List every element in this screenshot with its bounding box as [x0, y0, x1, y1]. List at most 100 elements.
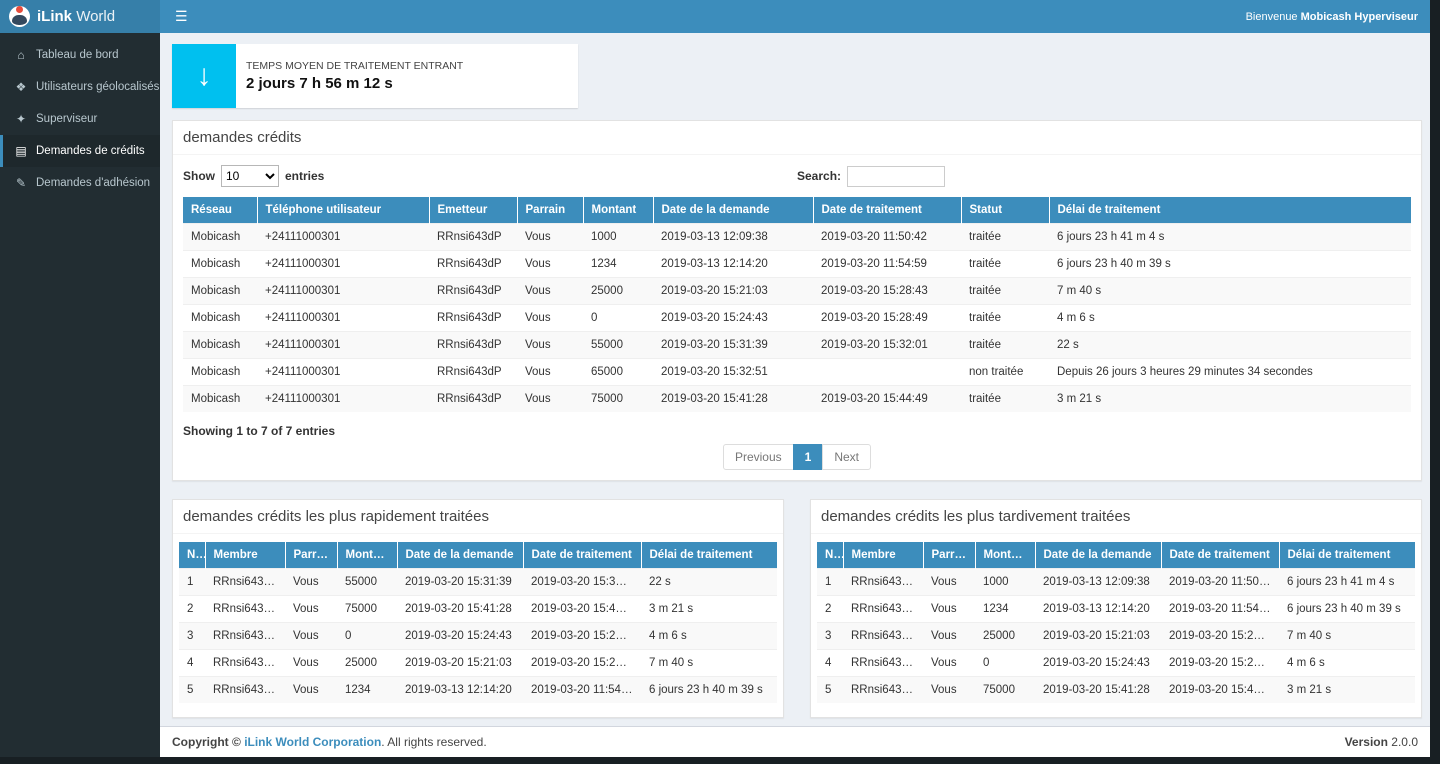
table-cell: RRnsi643dP [429, 386, 517, 413]
panel-body: N°MembreParrainMontantDate de la demande… [173, 534, 783, 717]
table-cell [813, 359, 961, 386]
column-header[interactable]: Délai de traitement [1049, 197, 1411, 224]
column-header[interactable]: Date de traitement [813, 197, 961, 224]
sidebar-item-tableau-de-bord[interactable]: ⌂ Tableau de bord [0, 39, 160, 71]
sidebar-toggle-icon[interactable]: ☰ [160, 0, 203, 33]
table-cell: 1234 [975, 596, 1035, 623]
table-cell: 7 m 40 s [641, 650, 777, 677]
table-cell: 2 [179, 596, 205, 623]
sidebar-item-superviseur[interactable]: ✦ Superviseur [0, 103, 160, 135]
brand-title-bold: iLink [37, 8, 72, 25]
table-cell: Vous [517, 305, 583, 332]
main-area: ↓ TEMPS MOYEN DE TRAITEMENT ENTRANT 2 jo… [160, 33, 1430, 757]
column-header[interactable]: Montant [583, 197, 653, 224]
table-cell: RRnsi643dP [843, 569, 923, 596]
sidebar-item-demandes-adhesion[interactable]: ✎ Demandes d'adhésion [0, 167, 160, 199]
table-cell: RRnsi643dP [429, 305, 517, 332]
info-box-content: TEMPS MOYEN DE TRAITEMENT ENTRANT 2 jour… [236, 44, 473, 108]
table-cell: 25000 [975, 623, 1035, 650]
column-header[interactable]: N° [179, 542, 205, 569]
column-header[interactable]: Délai de traitement [1279, 542, 1415, 569]
column-header[interactable]: Emetteur [429, 197, 517, 224]
table-cell: Mobicash [183, 305, 257, 332]
panel-body: Show 10 entries Search: [173, 155, 1421, 480]
table-cell: 6 jours 23 h 40 m 39 s [1279, 596, 1415, 623]
table-cell: 2019-03-20 15:21:03 [397, 650, 523, 677]
column-header[interactable]: Parrain [923, 542, 975, 569]
table-cell: 25000 [337, 650, 397, 677]
column-header[interactable]: Réseau [183, 197, 257, 224]
table-cell: 2019-03-20 15:31:39 [653, 332, 813, 359]
table-cell: +24111000301 [257, 359, 429, 386]
column-header[interactable]: Date de la demande [1035, 542, 1161, 569]
panel-title: demandes crédits [173, 121, 1421, 155]
page-1-button[interactable]: 1 [793, 444, 824, 470]
table-cell: 2019-03-20 15:28:49 [523, 623, 641, 650]
sidebar-item-utilisateurs-geolocalises[interactable]: ❖ Utilisateurs géolocalisés [0, 71, 160, 103]
column-header[interactable]: Membre [843, 542, 923, 569]
column-header[interactable]: Date de la demande [397, 542, 523, 569]
table-cell: Vous [517, 224, 583, 251]
table-cell: Vous [517, 386, 583, 413]
table-cell: traitée [961, 278, 1049, 305]
column-header[interactable]: Date de traitement [1161, 542, 1279, 569]
table-row: 4RRnsi643dPVous250002019-03-20 15:21:032… [179, 650, 777, 677]
sidebar-item-demandes-de-credits[interactable]: ▤ Demandes de crédits [0, 135, 160, 167]
column-header[interactable]: N° [817, 542, 843, 569]
dashboard-icon: ⌂ [14, 48, 28, 62]
sidebar-item-label: Superviseur [36, 113, 97, 125]
table-cell: 0 [583, 305, 653, 332]
table-cell: 4 m 6 s [1279, 650, 1415, 677]
column-header[interactable]: Date de traitement [523, 542, 641, 569]
table-cell: +24111000301 [257, 278, 429, 305]
table-cell: Vous [517, 251, 583, 278]
table-cell: 2019-03-20 15:28:43 [523, 650, 641, 677]
table-row: Mobicash+24111000301RRnsi643dPVous02019-… [183, 305, 1411, 332]
search-input[interactable] [847, 166, 945, 187]
table-cell: 4 [179, 650, 205, 677]
table-cell: 6 jours 23 h 41 m 4 s [1279, 569, 1415, 596]
table-cell: 75000 [583, 386, 653, 413]
table-row: Mobicash+24111000301RRnsi643dPVous550002… [183, 332, 1411, 359]
brand[interactable]: iLink World [0, 0, 160, 33]
viewport: iLink World ☰ Bienvenue Mobicash Hypervi… [0, 0, 1440, 764]
search-label: Search: [797, 169, 841, 183]
column-header[interactable]: Statut [961, 197, 1049, 224]
table-cell: traitée [961, 305, 1049, 332]
brand-title: iLink World [37, 8, 115, 25]
company-link[interactable]: iLink World Corporation [244, 735, 381, 749]
show-label: Show [183, 169, 215, 183]
welcome-message[interactable]: Bienvenue Mobicash Hyperviseur [1246, 11, 1430, 23]
column-header[interactable]: Membre [205, 542, 285, 569]
table-cell: RRnsi643dP [429, 278, 517, 305]
column-header[interactable]: Délai de traitement [641, 542, 777, 569]
table-cell: 22 s [641, 569, 777, 596]
column-header[interactable]: Parrain [285, 542, 337, 569]
table-cell: Vous [517, 359, 583, 386]
bottom-panels: demandes crédits les plus rapidement tra… [172, 499, 1422, 718]
table-cell: 5 [179, 677, 205, 704]
table-cell: 7 m 40 s [1049, 278, 1411, 305]
previous-page-button[interactable]: Previous [723, 444, 794, 470]
version-text: Version 2.0.0 [1345, 735, 1418, 749]
column-header[interactable]: Date de la demande [653, 197, 813, 224]
column-header[interactable]: Parrain [517, 197, 583, 224]
table-row: 4RRnsi643dPVous02019-03-20 15:24:432019-… [817, 650, 1415, 677]
table-row: Mobicash+24111000301RRnsi643dPVous250002… [183, 278, 1411, 305]
column-header[interactable]: Montant [337, 542, 397, 569]
table-cell: 2019-03-13 12:09:38 [653, 224, 813, 251]
table-row: 1RRnsi643dPVous10002019-03-13 12:09:3820… [817, 569, 1415, 596]
version-label: Version [1345, 735, 1388, 749]
credit-requests-icon: ▤ [14, 144, 28, 158]
table-cell: 4 m 6 s [1049, 305, 1411, 332]
table-cell: 2019-03-20 15:32:51 [653, 359, 813, 386]
table-cell: +24111000301 [257, 305, 429, 332]
column-header[interactable]: Montant [975, 542, 1035, 569]
page-length-select[interactable]: 10 [221, 165, 279, 187]
table-cell: Vous [923, 569, 975, 596]
table-cell: RRnsi643dP [843, 596, 923, 623]
next-page-button[interactable]: Next [822, 444, 871, 470]
table-cell: Mobicash [183, 251, 257, 278]
table-cell: 6 jours 23 h 40 m 39 s [641, 677, 777, 704]
column-header[interactable]: Téléphone utilisateur [257, 197, 429, 224]
